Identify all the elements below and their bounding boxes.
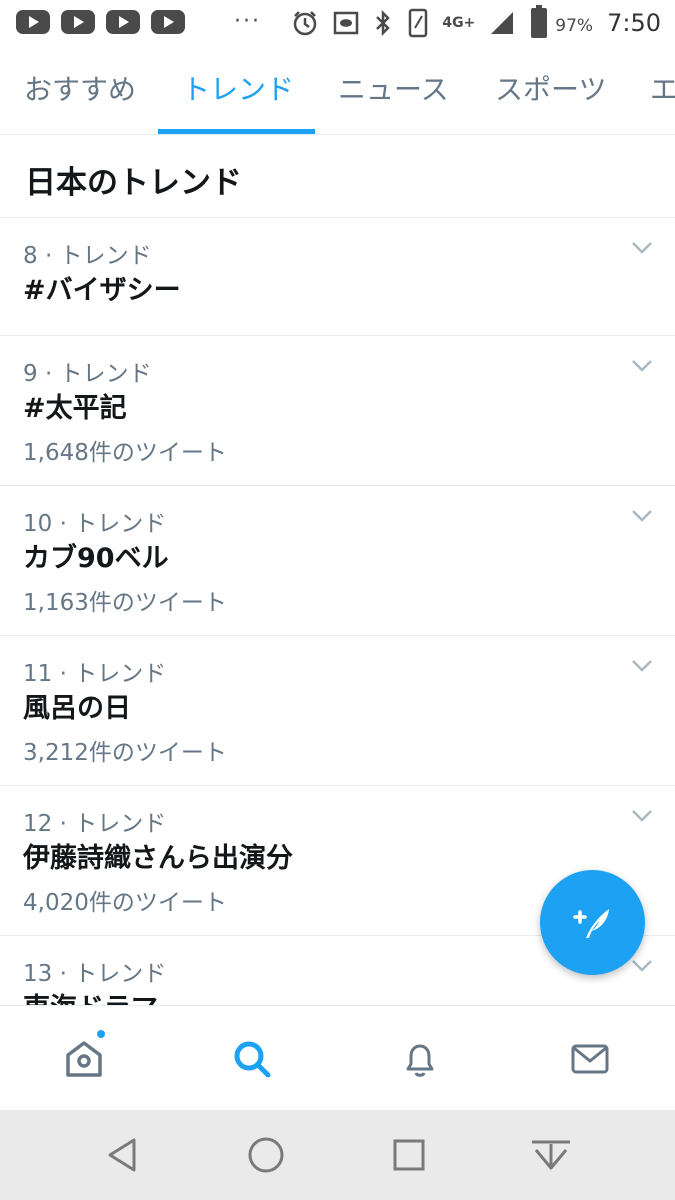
tweet-count: 1,163件のツイート bbox=[23, 590, 227, 616]
trend-name: 伊藤詩織さんら出演分 bbox=[23, 843, 293, 874]
messages-icon bbox=[571, 1044, 609, 1073]
system-navigation-bar bbox=[0, 1110, 675, 1200]
trend-rank: 11 · トレンド bbox=[23, 661, 167, 687]
chevron-down-icon[interactable] bbox=[631, 508, 653, 524]
trend-name: #バイザシー bbox=[23, 275, 181, 306]
chevron-down-icon[interactable] bbox=[631, 808, 653, 824]
chevron-down-icon[interactable] bbox=[631, 658, 653, 674]
youtube-icon bbox=[151, 10, 185, 34]
compose-tweet-button[interactable] bbox=[540, 870, 645, 975]
tab-entertainment[interactable]: エ bbox=[650, 46, 675, 134]
chevron-down-icon[interactable] bbox=[631, 958, 653, 974]
circle-home-icon bbox=[248, 1137, 284, 1173]
nav-home-button[interactable] bbox=[0, 1006, 168, 1111]
compose-tweet-icon bbox=[572, 908, 609, 938]
nav-messages-button[interactable] bbox=[506, 1006, 674, 1111]
nav-notifications-button[interactable] bbox=[336, 1006, 504, 1111]
hide-keyboard-button[interactable] bbox=[526, 1132, 576, 1178]
trend-rank: 13 · トレンド bbox=[23, 961, 167, 987]
trend-item[interactable]: 10 · トレンド カブ90ベル 1,163件のツイート bbox=[0, 486, 675, 636]
download-arrow-icon bbox=[532, 1140, 570, 1170]
notification-dot bbox=[95, 1028, 107, 1040]
status-bar: ··· 4G+ 97% 7:50 bbox=[0, 0, 675, 46]
tab-trends[interactable]: トレンド bbox=[182, 46, 294, 134]
bluetooth-icon bbox=[374, 9, 392, 37]
explore-tabs: おすすめ トレンド ニュース スポーツ エ bbox=[0, 46, 675, 135]
trend-item[interactable]: 11 · トレンド 風呂の日 3,212件のツイート bbox=[0, 636, 675, 786]
battery-percent: 97% bbox=[555, 16, 594, 36]
back-icon bbox=[108, 1138, 136, 1172]
network-type: 4G+ bbox=[442, 15, 476, 31]
square-recents-icon bbox=[393, 1139, 425, 1171]
trend-item[interactable]: 8 · トレンド #バイザシー bbox=[0, 218, 675, 336]
trend-name: 風呂の日 bbox=[23, 693, 131, 724]
home-icon bbox=[66, 1040, 102, 1077]
search-icon bbox=[234, 1041, 271, 1077]
vibrate-icon bbox=[406, 8, 430, 38]
home-system-button[interactable] bbox=[241, 1132, 291, 1178]
signal-icon bbox=[489, 10, 515, 36]
trend-item[interactable]: 9 · トレンド #太平記 1,648件のツイート bbox=[0, 336, 675, 486]
trend-name: 東海ドラマ bbox=[23, 986, 158, 1005]
notifications-icon bbox=[406, 1044, 434, 1077]
section-header: 日本のトレンド bbox=[0, 135, 675, 218]
youtube-icon bbox=[61, 10, 95, 34]
tweet-count: 4,020件のツイート bbox=[23, 890, 227, 916]
clock: 7:50 bbox=[607, 9, 661, 37]
chevron-down-icon[interactable] bbox=[631, 240, 653, 256]
tab-sports[interactable]: スポーツ bbox=[495, 46, 606, 134]
app-notification-icon bbox=[332, 9, 360, 37]
chevron-down-icon[interactable] bbox=[631, 358, 653, 374]
tab-recommended[interactable]: おすすめ bbox=[24, 46, 136, 134]
trend-name: #太平記 bbox=[23, 393, 127, 424]
recents-button[interactable] bbox=[384, 1132, 434, 1178]
back-button[interactable] bbox=[98, 1132, 148, 1178]
battery-icon bbox=[531, 5, 548, 38]
trend-rank: 10 · トレンド bbox=[23, 511, 167, 537]
tweet-count: 3,212件のツイート bbox=[23, 740, 227, 766]
trend-rank: 12 · トレンド bbox=[23, 811, 167, 837]
page-title: 日本のトレンド bbox=[25, 165, 242, 201]
overflow-notifications-icon: ··· bbox=[234, 9, 261, 34]
youtube-icon bbox=[106, 10, 140, 34]
nav-search-button[interactable] bbox=[168, 1006, 336, 1111]
trend-name: カブ90ベル bbox=[23, 543, 169, 574]
alarm-icon bbox=[292, 10, 318, 36]
bottom-navigation bbox=[0, 1005, 675, 1110]
trend-rank: 9 · トレンド bbox=[23, 361, 152, 387]
tweet-count: 1,648件のツイート bbox=[23, 440, 227, 466]
trend-rank: 8 · トレンド bbox=[23, 243, 152, 269]
youtube-icon bbox=[16, 10, 50, 34]
tab-news[interactable]: ニュース bbox=[338, 46, 449, 134]
